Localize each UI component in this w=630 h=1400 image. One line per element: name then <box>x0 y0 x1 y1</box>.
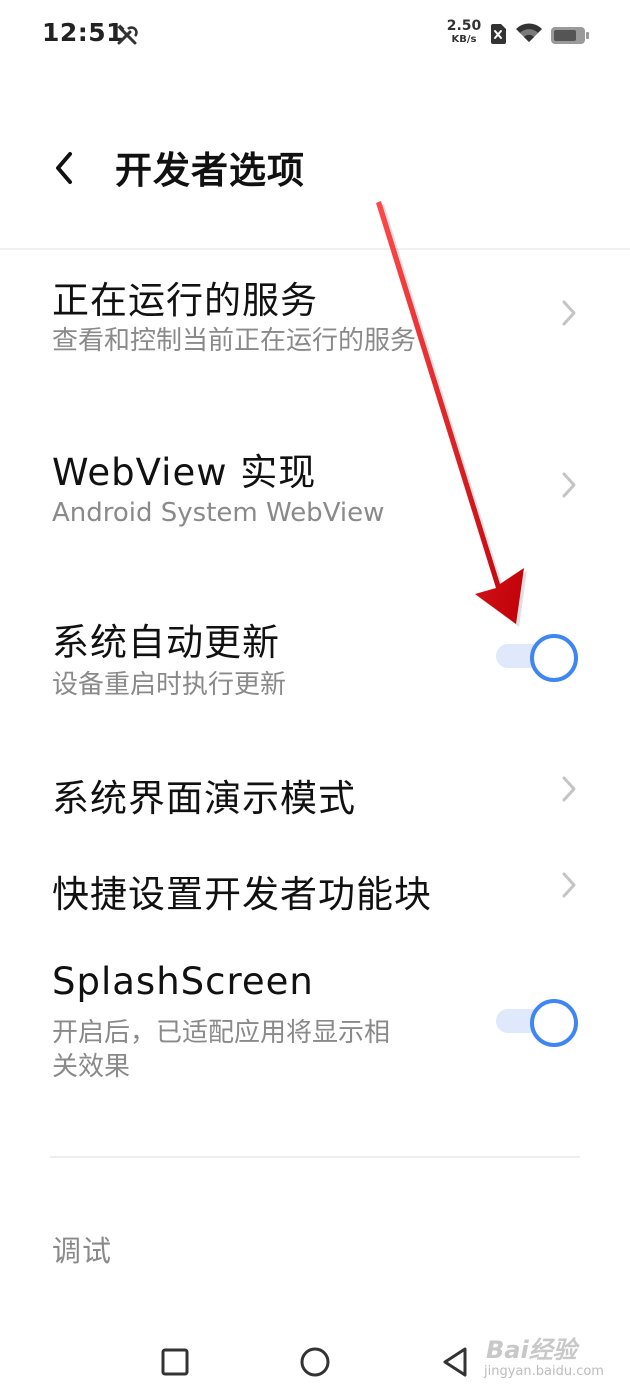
recent-apps-icon[interactable] <box>160 1347 190 1377</box>
splash-screen-title: SplashScreen <box>52 960 314 1003</box>
tools-icon <box>117 24 138 45</box>
baidu-jingyan-watermark: Bai经验 jingyan.baidu.com <box>478 1330 618 1390</box>
watermark-url: jingyan.baidu.com <box>484 1364 604 1379</box>
splash-screen-subtitle-line1: 开启后，已适配应用将显示相 <box>52 1018 391 1048</box>
app-header: 开发者选项 <box>0 110 630 220</box>
splash-screen-toggle[interactable] <box>494 997 580 1047</box>
status-bar: 12:51 2.50 KB/s <box>0 0 630 70</box>
network-speed-value: 2.50 <box>446 18 482 34</box>
watermark-brand: Bai经验 <box>486 1336 577 1364</box>
chevron-right-icon <box>562 472 576 498</box>
developer-options-screen: 12:51 2.50 KB/s 开发者选项 正在运行的服务 查看和控制当前正在运… <box>0 0 630 1400</box>
quick-settings-developer-tiles-title: 快捷设置开发者功能块 <box>52 873 432 916</box>
chevron-right-icon <box>562 872 576 898</box>
toggle-knob <box>530 634 578 682</box>
running-services-item[interactable]: 正在运行的服务 查看和控制当前正在运行的服务 <box>0 258 630 388</box>
chevron-right-icon <box>562 300 576 326</box>
system-auto-update-toggle[interactable] <box>494 632 580 682</box>
chevron-right-icon <box>562 776 576 802</box>
battery-icon <box>551 27 589 44</box>
page-title: 开发者选项 <box>115 149 305 192</box>
sim-disabled-icon <box>491 24 506 44</box>
toggle-knob <box>530 999 578 1047</box>
home-icon[interactable] <box>299 1346 331 1378</box>
wifi-icon <box>516 23 542 42</box>
header-divider <box>0 248 630 250</box>
network-speed-unit: KB/s <box>451 34 477 45</box>
system-auto-update-item[interactable]: 系统自动更新 设备重启时执行更新 <box>0 602 630 732</box>
webview-implementation-item[interactable]: WebView 实现 Android System WebView <box>0 430 630 560</box>
running-services-title: 正在运行的服务 <box>52 279 318 322</box>
system-ui-demo-mode-title: 系统界面演示模式 <box>52 777 356 820</box>
chevron-left-icon[interactable] <box>48 148 80 188</box>
back-triangle-icon[interactable] <box>440 1345 470 1379</box>
system-auto-update-subtitle: 设备重启时执行更新 <box>52 670 287 700</box>
splash-screen-subtitle-line2: 关效果 <box>52 1052 131 1082</box>
webview-implementation-subtitle: Android System WebView <box>52 498 385 528</box>
quick-settings-developer-tiles-item[interactable]: 快捷设置开发者功能块 <box>0 856 630 926</box>
debugging-section-header: 调试 <box>52 1234 113 1268</box>
status-time: 12:51 <box>42 18 125 47</box>
system-ui-demo-mode-item[interactable]: 系统界面演示模式 <box>0 760 630 830</box>
splash-screen-item[interactable]: SplashScreen 开启后，已适配应用将显示相 关效果 <box>0 954 630 1094</box>
network-speed: 2.50 KB/s <box>446 18 482 46</box>
system-auto-update-title: 系统自动更新 <box>52 621 280 664</box>
running-services-subtitle: 查看和控制当前正在运行的服务 <box>52 326 417 356</box>
section-divider <box>50 1156 580 1158</box>
webview-implementation-title: WebView 实现 <box>52 451 317 494</box>
